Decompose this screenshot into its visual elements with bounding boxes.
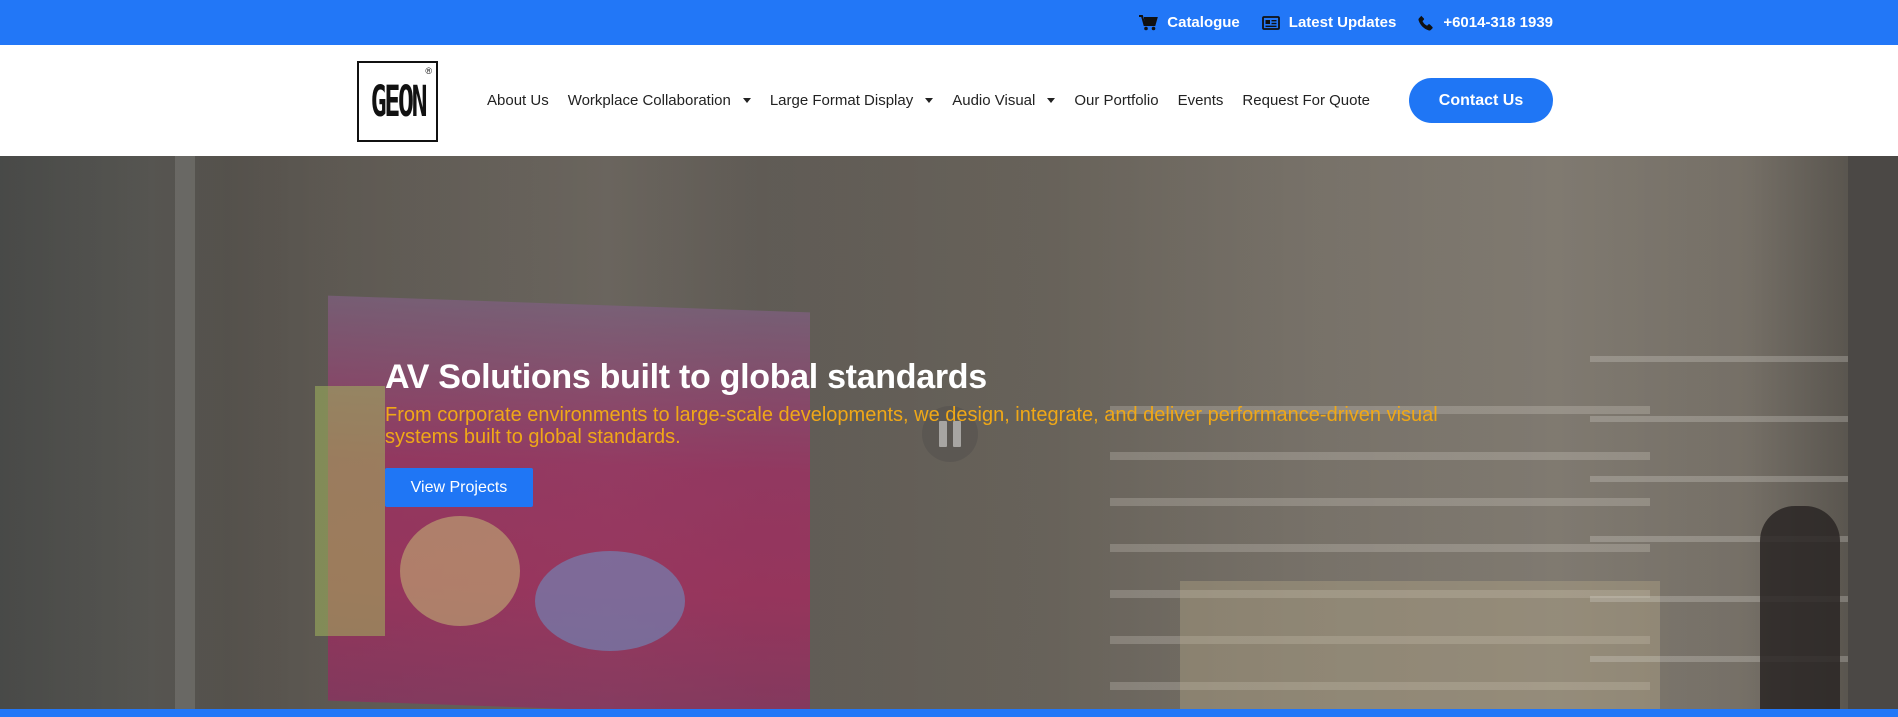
hero-content: AV Solutions built to global standards F… xyxy=(385,356,1505,507)
nav-request-for-quote-label: Request For Quote xyxy=(1242,92,1370,109)
nav-about-us-label: About Us xyxy=(487,92,549,109)
hero-bg-character-blue xyxy=(535,551,685,651)
registered-mark: ® xyxy=(425,66,432,76)
catalogue-label: Catalogue xyxy=(1167,14,1240,31)
top-utility-bar: Catalogue Latest Updates +6014-318 1939 xyxy=(0,0,1898,45)
main-header: GEON ® About Us Workplace Collaboration … xyxy=(0,45,1898,156)
primary-nav: About Us Workplace Collaboration Large F… xyxy=(487,45,1370,156)
hero-video-section: AV Solutions built to global standards F… xyxy=(0,156,1898,709)
nav-workplace-collaboration[interactable]: Workplace Collaboration xyxy=(568,92,751,109)
caret-down-icon xyxy=(742,98,751,103)
nav-events[interactable]: Events xyxy=(1178,92,1224,109)
nav-request-for-quote[interactable]: Request For Quote xyxy=(1242,92,1370,109)
latest-updates-label: Latest Updates xyxy=(1288,14,1397,31)
nav-events-label: Events xyxy=(1177,92,1224,109)
hero-bg-character-yellow xyxy=(400,516,520,626)
phone-icon xyxy=(1418,15,1434,31)
hero-bg-counter xyxy=(1180,581,1660,709)
nav-workplace-collaboration-label: Workplace Collaboration xyxy=(567,92,731,109)
contact-us-button[interactable]: Contact Us xyxy=(1409,78,1553,123)
hero-title: AV Solutions built to global standards xyxy=(385,358,987,396)
phone-number-label: +6014-318 1939 xyxy=(1443,14,1553,31)
hero-bg-wall xyxy=(175,156,195,709)
nav-audio-visual[interactable]: Audio Visual xyxy=(952,92,1056,109)
latest-updates-link[interactable]: Latest Updates xyxy=(1261,14,1397,31)
view-projects-button[interactable]: View Projects xyxy=(385,468,533,507)
nav-large-format-display[interactable]: Large Format Display xyxy=(769,92,934,109)
geon-logo[interactable]: GEON ® xyxy=(357,61,438,142)
nav-large-format-display-label: Large Format Display xyxy=(769,92,914,109)
catalogue-link[interactable]: Catalogue xyxy=(1139,14,1240,31)
phone-link[interactable]: +6014-318 1939 xyxy=(1418,14,1553,31)
hero-subtitle: From corporate environments to large-sca… xyxy=(385,404,1438,448)
nav-audio-visual-label: Audio Visual xyxy=(952,92,1036,109)
nav-our-portfolio-label: Our Portfolio xyxy=(1074,92,1159,109)
caret-down-icon xyxy=(1047,98,1056,103)
newspaper-icon xyxy=(1261,15,1280,30)
hero-bg-right-edge xyxy=(1848,156,1898,709)
nav-our-portfolio[interactable]: Our Portfolio xyxy=(1074,92,1158,109)
logo-wordmark: GEON xyxy=(370,76,427,127)
hero-bg-person xyxy=(1760,506,1840,709)
top-utility-links: Catalogue Latest Updates +6014-318 1939 xyxy=(1139,0,1553,45)
nav-about-us[interactable]: About Us xyxy=(487,92,549,109)
caret-down-icon xyxy=(925,98,934,103)
bottom-accent-strip xyxy=(0,709,1898,717)
cart-icon xyxy=(1139,14,1159,31)
hero-bg-green-graphic xyxy=(315,386,385,636)
